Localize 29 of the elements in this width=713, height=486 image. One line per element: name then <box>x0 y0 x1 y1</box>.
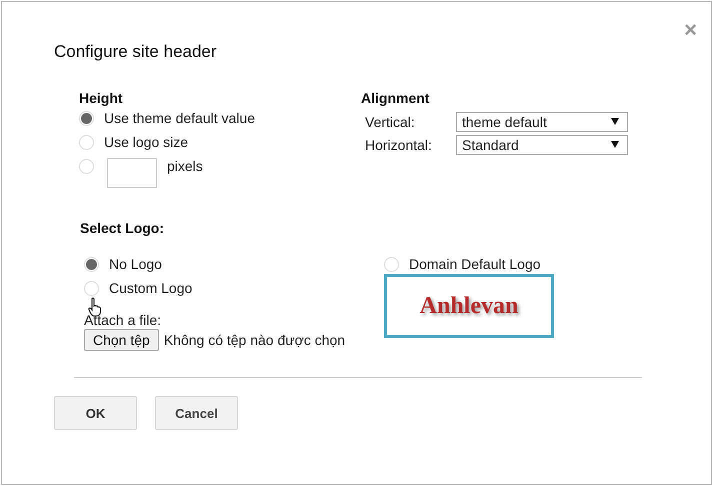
section-heading: Select Logo: <box>80 220 166 238</box>
caret-icon <box>611 118 619 125</box>
option-label: pixels <box>167 158 203 174</box>
dialog-button[interactable]: Cancel <box>155 396 238 430</box>
caret-icon <box>611 141 619 148</box>
logo-text: Anhlevan <box>420 292 518 320</box>
dropdown[interactable]: theme default <box>456 112 628 132</box>
radio-button[interactable] <box>84 281 99 296</box>
section-heading: Height <box>79 90 124 108</box>
option-label: Domain Default Logo <box>409 256 541 272</box>
field-label: Horizontal: <box>365 136 433 152</box>
choose-file-button[interactable]: Chọn tệp <box>84 329 159 351</box>
dialog-button[interactable]: OK <box>54 396 137 430</box>
radio-button[interactable] <box>84 257 99 272</box>
radio-button[interactable] <box>384 257 399 272</box>
radio-button[interactable] <box>79 159 94 174</box>
option-label: Custom Logo <box>109 280 192 296</box>
field-label: Attach a file: <box>84 312 162 328</box>
option-label: Use logo size <box>104 134 188 150</box>
section-heading: Alignment <box>361 90 430 108</box>
option-label: No Logo <box>109 256 162 272</box>
file-status: Không có tệp nào được chọn <box>164 332 346 348</box>
pixels-input-field[interactable] <box>107 158 157 188</box>
radio-button[interactable] <box>79 135 94 150</box>
radio-button[interactable] <box>79 111 94 126</box>
dropdown[interactable]: Standard <box>456 134 628 154</box>
field-label: Vertical: <box>365 114 416 130</box>
option-label: Use theme default value <box>104 110 255 126</box>
dialog-title: Configure site header <box>54 42 217 62</box>
